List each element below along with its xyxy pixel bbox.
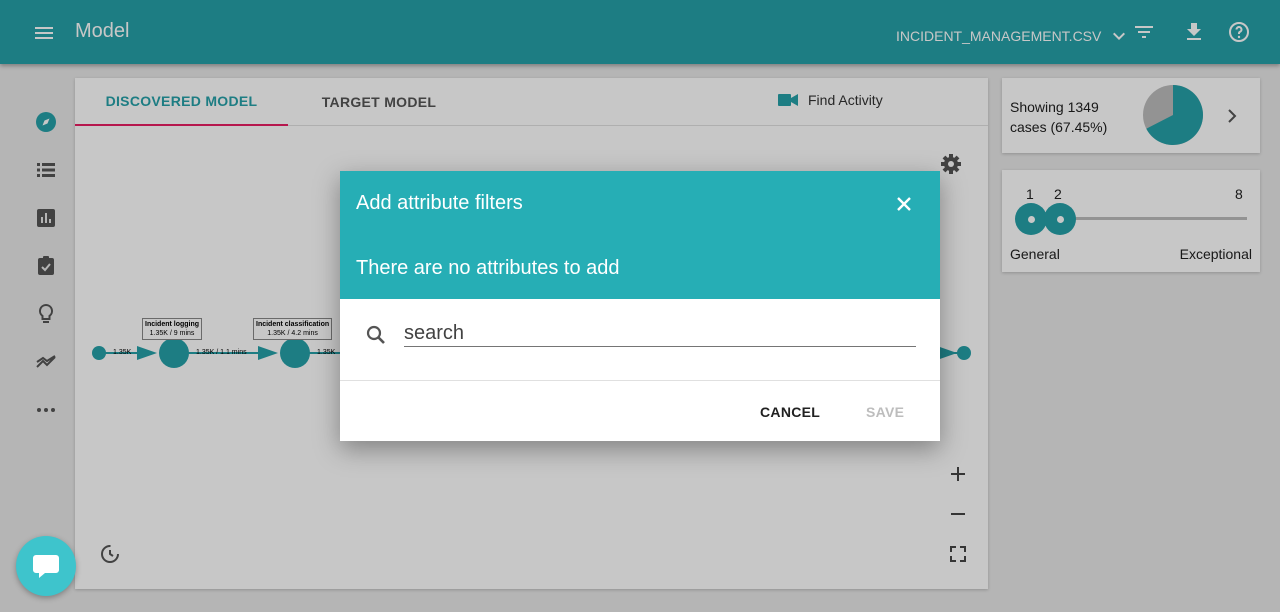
chat-button[interactable] [16, 536, 76, 596]
dialog-subtitle: There are no attributes to add [356, 257, 620, 279]
chat-icon [33, 555, 59, 578]
close-icon[interactable] [892, 192, 916, 216]
dialog-title: Add attribute filters [356, 192, 523, 214]
add-attribute-filters-dialog: Add attribute filters There are no attri… [340, 171, 940, 441]
search-icon [366, 325, 385, 344]
cancel-button[interactable]: CANCEL [760, 400, 820, 424]
dialog-header: Add attribute filters There are no attri… [340, 171, 940, 299]
dialog-divider [340, 380, 940, 381]
save-button[interactable]: SAVE [866, 400, 904, 424]
search-input[interactable] [404, 320, 916, 347]
